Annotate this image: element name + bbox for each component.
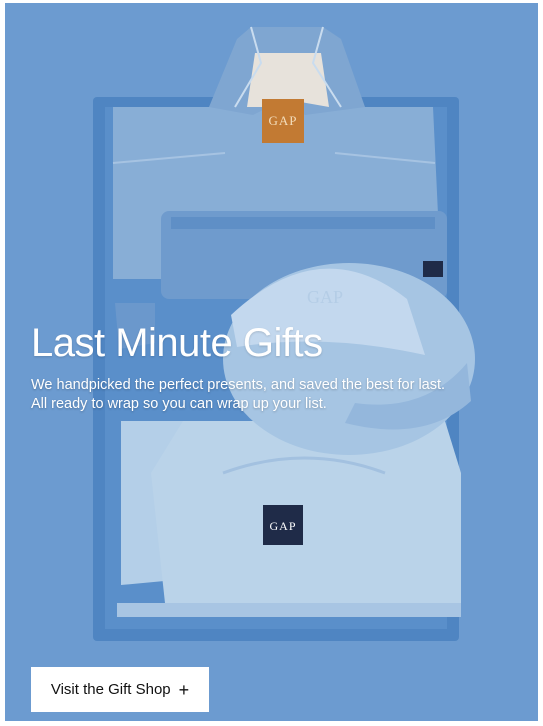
hoodie-label-text: GAP [269, 519, 296, 533]
plus-icon: + [178, 679, 190, 700]
page-title: Last Minute Gifts [31, 321, 323, 365]
visit-gift-shop-button[interactable]: Visit the Gift Shop + [31, 667, 209, 712]
hoodie: GAP [117, 421, 461, 617]
cap-label-text: GAP [307, 287, 343, 307]
hero-banner: GAP GAP GAP Last Minute Gifts We handpic… [5, 3, 538, 721]
cta-label: Visit the Gift Shop [50, 681, 171, 698]
promo-description: We handpicked the perfect presents, and … [31, 377, 446, 412]
jacket-label-text: GAP [268, 113, 297, 128]
